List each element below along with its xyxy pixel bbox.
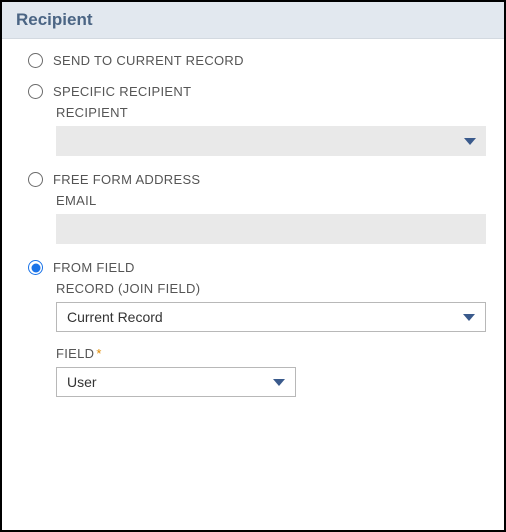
- chevron-down-icon: [463, 314, 475, 321]
- chevron-down-icon: [273, 379, 285, 386]
- field-select[interactable]: User: [56, 367, 296, 397]
- panel-body: SEND TO CURRENT RECORD SPECIFIC RECIPIEN…: [2, 39, 504, 427]
- free-form-address-label: FREE FORM ADDRESS: [53, 172, 200, 187]
- specific-recipient-subblock: RECIPIENT: [56, 105, 486, 156]
- recipient-field-label: RECIPIENT: [56, 105, 486, 120]
- field-label-text: FIELD: [56, 346, 94, 361]
- record-select[interactable]: Current Record: [56, 302, 486, 332]
- specific-recipient-label: SPECIFIC RECIPIENT: [53, 84, 191, 99]
- radio-unselected-icon: [28, 53, 43, 68]
- radio-unselected-icon: [28, 172, 43, 187]
- field-field-label: FIELD*: [56, 346, 486, 361]
- radio-selected-icon: [28, 260, 43, 275]
- field-select-value: User: [67, 374, 97, 390]
- from-field-option[interactable]: FROM FIELD: [28, 260, 486, 275]
- from-field-label: FROM FIELD: [53, 260, 135, 275]
- send-to-current-record-option[interactable]: SEND TO CURRENT RECORD: [28, 53, 486, 68]
- chevron-down-icon: [464, 138, 476, 145]
- specific-recipient-option[interactable]: SPECIFIC RECIPIENT: [28, 84, 486, 99]
- panel-header: Recipient: [2, 2, 504, 39]
- record-join-field-label: RECORD (JOIN FIELD): [56, 281, 486, 296]
- radio-unselected-icon: [28, 84, 43, 99]
- send-to-current-record-label: SEND TO CURRENT RECORD: [53, 53, 244, 68]
- free-form-address-option[interactable]: FREE FORM ADDRESS: [28, 172, 486, 187]
- free-form-subblock: EMAIL: [56, 193, 486, 244]
- record-select-value: Current Record: [67, 309, 163, 325]
- from-field-subblock: RECORD (JOIN FIELD) Current Record FIELD…: [56, 281, 486, 397]
- email-field-label: EMAIL: [56, 193, 486, 208]
- recipient-select[interactable]: [56, 126, 486, 156]
- required-asterisk-icon: *: [96, 346, 101, 361]
- email-input[interactable]: [56, 214, 486, 244]
- panel-title: Recipient: [16, 10, 490, 30]
